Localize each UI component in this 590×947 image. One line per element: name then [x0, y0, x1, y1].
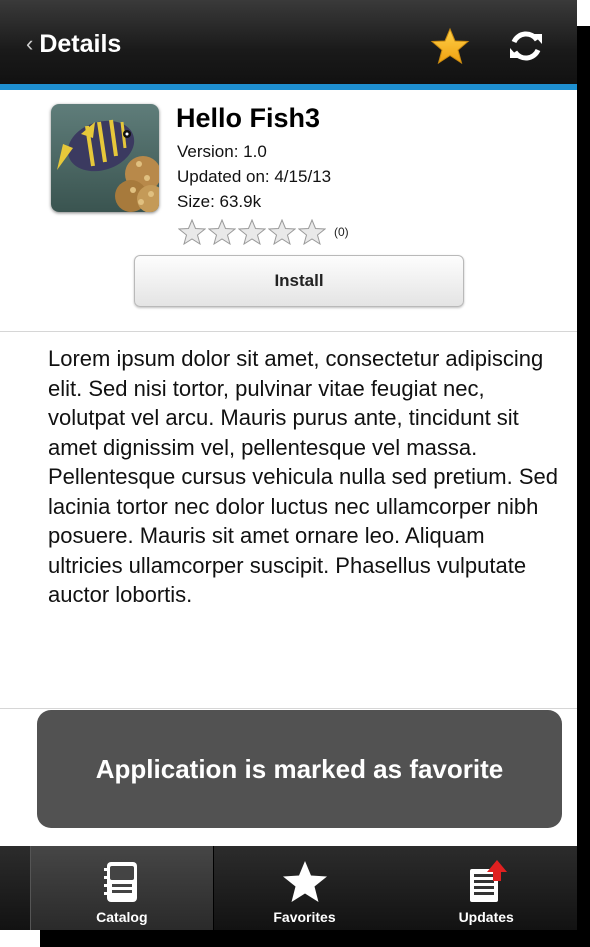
- header-accent-line: [0, 84, 577, 90]
- tab-catalog[interactable]: Catalog: [30, 846, 214, 930]
- app-version: Version: 1.0: [177, 142, 267, 161]
- app-title: Hello Fish3: [176, 103, 321, 133]
- app-updated-date: Updated on: 4/15/13: [177, 167, 332, 186]
- rating-count: (0): [334, 225, 349, 239]
- rating-star-icon: [178, 219, 206, 245]
- frame-shadow-bottom: [40, 930, 590, 947]
- rating-star-icon: [268, 219, 296, 245]
- tab-label: Updates: [458, 909, 514, 925]
- refresh-icon[interactable]: [506, 26, 546, 66]
- rating-star-icon: [208, 219, 236, 245]
- tab-favorites[interactable]: Favorites: [214, 846, 396, 930]
- app-thumbnail: [51, 104, 159, 212]
- updates-icon: [470, 860, 508, 902]
- tab-updates[interactable]: Updates: [395, 846, 577, 930]
- divider: [0, 708, 577, 709]
- rating: (0): [178, 219, 349, 245]
- tab-label: Favorites: [273, 909, 336, 925]
- rating-star-icon: [298, 219, 326, 245]
- tab-label: Catalog: [96, 909, 148, 925]
- phone-screen: ‹ Details Hello Fish3 Version: 1.0 Updat…: [0, 0, 577, 930]
- back-label: Details: [39, 29, 122, 58]
- favorite-toast: Application is marked as favorite: [37, 710, 562, 828]
- catalog-icon: [103, 862, 137, 902]
- divider: [0, 331, 577, 332]
- frame-shadow-right: [577, 26, 590, 943]
- header-bar: ‹ Details: [0, 0, 577, 84]
- favorites-star-icon: [282, 861, 327, 902]
- install-button[interactable]: Install: [134, 255, 464, 307]
- rating-star-icon: [238, 219, 266, 245]
- star-icon[interactable]: [430, 26, 470, 66]
- back-button[interactable]: ‹ Details: [26, 26, 121, 62]
- bottom-tab-bar: Catalog Favorites Updates: [0, 846, 577, 930]
- fish-image: [51, 104, 159, 212]
- app-size: Size: 63.9k: [177, 192, 262, 211]
- chevron-left-icon: ‹: [26, 31, 34, 56]
- app-description: Lorem ipsum dolor sit amet, consectetur …: [48, 346, 558, 607]
